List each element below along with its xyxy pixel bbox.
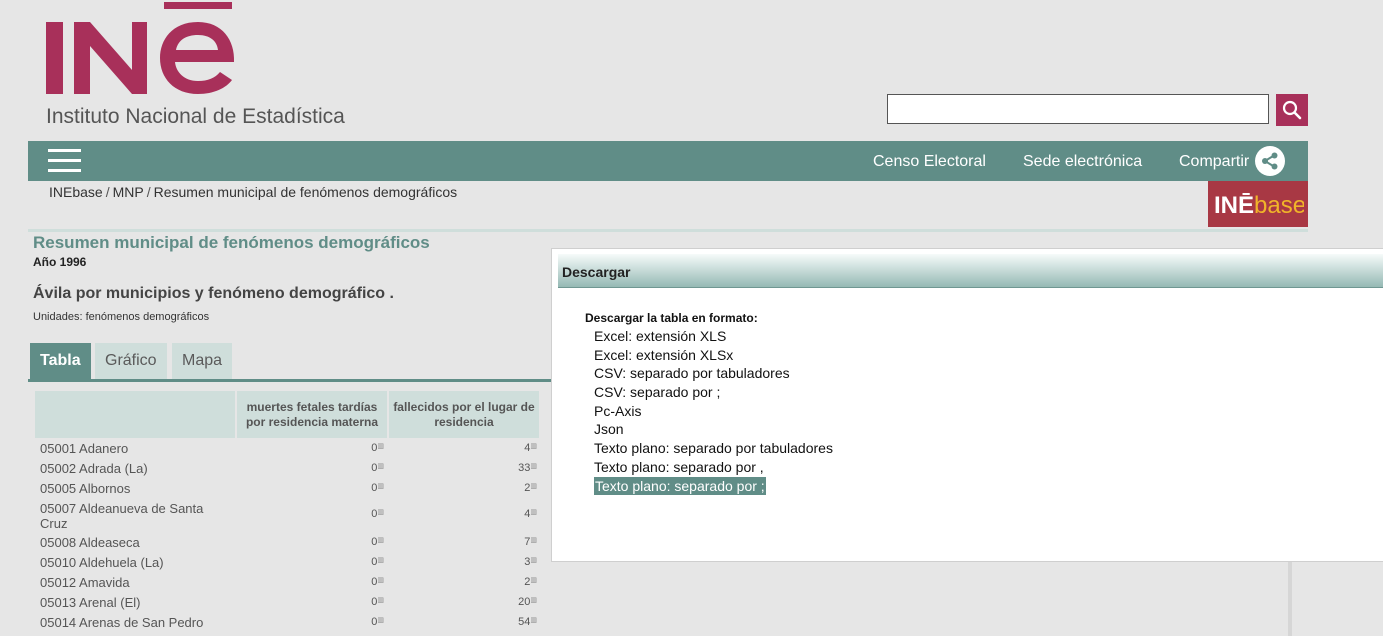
row-municipality: 05005 Albornos — [40, 481, 131, 496]
table-row: 05008 Aldeaseca 0▥ 7▥ — [40, 534, 540, 554]
inebase-logo[interactable]: INĒ base — [1208, 181, 1308, 227]
row-value-fallecidos[interactable]: 54▥ — [518, 616, 537, 628]
dialog-header[interactable]: Descargar — [558, 254, 1383, 288]
search-button[interactable] — [1276, 94, 1308, 126]
row-value-muertes-fetales[interactable]: 0▥ — [371, 616, 384, 628]
row-value-fallecidos[interactable]: 3▥ — [524, 556, 537, 568]
row-value-muertes-fetales[interactable]: 0▥ — [371, 536, 384, 548]
row-value-fallecidos[interactable]: 33▥ — [518, 462, 537, 474]
row-municipality: 05013 Arenal (El) — [40, 595, 141, 610]
row-value-fallecidos[interactable]: 4▥ — [524, 508, 537, 520]
header-divider — [28, 229, 1308, 232]
download-option[interactable]: CSV: separado por tabuladores — [594, 364, 790, 383]
download-format-label: Descargar la tabla en formato: — [585, 311, 758, 325]
row-value-muertes-fetales[interactable]: 0▥ — [371, 442, 384, 454]
hamburger-icon[interactable] — [48, 149, 81, 173]
download-option[interactable]: Texto plano: separado por ; — [594, 476, 766, 496]
table-corner-header — [35, 391, 235, 438]
table-row: 05002 Adrada (La) 0▥ 33▥ — [40, 460, 540, 480]
svg-text:base: base — [1254, 192, 1304, 219]
institute-name: Instituto Nacional de Estadística — [46, 105, 345, 128]
units-label: Unidades: fenómenos demográficos — [33, 311, 210, 323]
column-header-fallecidos[interactable]: fallecidos por el lugar de residencia — [389, 391, 539, 438]
table-row: 05010 Aldehuela (La) 0▥ 3▥ — [40, 554, 540, 574]
table-body: 05001 Adanero 0▥ 4▥ 05002 Adrada (La) 0▥ 33▥ 0… — [40, 440, 540, 634]
download-option[interactable]: Excel: extensión XLS — [594, 327, 726, 346]
row-municipality: 05002 Adrada (La) — [40, 461, 148, 476]
download-dialog: Descargar Descargar la tabla en formato:… — [551, 248, 1383, 562]
row-municipality: 05007 Aldeanueva de Santa Cruz — [40, 501, 204, 531]
ine-logo[interactable] — [46, 0, 246, 100]
download-option[interactable]: Texto plano: separado por tabuladores — [594, 439, 833, 458]
page-scroll-edge — [1288, 562, 1292, 636]
row-municipality: 05014 Arenas de San Pedro — [40, 615, 204, 630]
table-row: 05014 Arenas de San Pedro 0▥ 54▥ — [40, 614, 540, 634]
download-option[interactable]: Texto plano: separado por , — [594, 458, 764, 477]
row-municipality: 05008 Aldeaseca — [40, 535, 140, 550]
breadcrumb-mnp[interactable]: MNP — [113, 184, 144, 200]
table-row: 05007 Aldeanueva de Santa Cruz 0▥ 4▥ — [40, 500, 540, 534]
download-option[interactable]: Json — [594, 420, 624, 439]
tab-underline — [28, 379, 553, 382]
row-value-muertes-fetales[interactable]: 0▥ — [371, 556, 384, 568]
nav-sede-electronica[interactable]: Sede electrónica — [1023, 153, 1142, 171]
nav-censo-electoral[interactable]: Censo Electoral — [873, 153, 986, 171]
column-header-muertes-fetales[interactable]: muertes fetales tardías por residencia m… — [237, 391, 387, 438]
row-value-muertes-fetales[interactable]: 0▥ — [371, 596, 384, 608]
row-municipality: 05001 Adanero — [40, 441, 129, 456]
tab-mapa[interactable]: Mapa — [172, 343, 233, 379]
row-municipality: 05012 Amavida — [40, 575, 130, 590]
tab-tabla[interactable]: Tabla — [30, 343, 91, 379]
row-value-fallecidos[interactable]: 7▥ — [524, 536, 537, 548]
year-label: Año 1996 — [33, 255, 87, 269]
table-row: 05001 Adanero 0▥ 4▥ — [40, 440, 540, 460]
row-value-fallecidos[interactable]: 2▥ — [524, 576, 537, 588]
row-value-fallecidos[interactable]: 2▥ — [524, 482, 537, 494]
dialog-title: Descargar — [562, 264, 631, 280]
row-value-muertes-fetales[interactable]: 0▥ — [371, 482, 384, 494]
row-value-muertes-fetales[interactable]: 0▥ — [371, 508, 384, 520]
search-icon — [1282, 100, 1302, 120]
page-title: Resumen municipal de fenómenos demográfi… — [33, 233, 430, 252]
table-row: 05012 Amavida 0▥ 2▥ — [40, 574, 540, 594]
row-value-muertes-fetales[interactable]: 0▥ — [371, 462, 384, 474]
download-option[interactable]: Pc-Axis — [594, 402, 641, 421]
table-row: 05005 Albornos 0▥ 2▥ — [40, 480, 540, 500]
nav-compartir[interactable]: Compartir — [1179, 153, 1249, 171]
breadcrumb: INEbase / MNP / Resumen municipal de fenómen… — [49, 184, 458, 200]
row-municipality: 05010 Aldehuela (La) — [40, 555, 164, 570]
download-option[interactable]: Excel: extensión XLSx — [594, 346, 733, 365]
row-value-fallecidos[interactable]: 20▥ — [518, 596, 537, 608]
search-input[interactable] — [887, 94, 1269, 124]
table-subtitle: Ávila por municipios y fenómeno demográf… — [33, 285, 394, 302]
table-row: 05013 Arenal (El) 0▥ 20▥ — [40, 594, 540, 614]
svg-text:INĒ: INĒ — [1214, 192, 1254, 219]
breadcrumb-current: Resumen municipal de fenómenos demográfi… — [153, 184, 458, 200]
download-format-list: Excel: extensión XLS Excel: extensión XLS… — [594, 327, 833, 496]
main-navbar: Censo Electoral Sede electrónica Compart… — [28, 141, 1308, 181]
tab-grafico[interactable]: Gráfico — [95, 343, 167, 379]
breadcrumb-inebase[interactable]: INEbase — [49, 184, 103, 200]
row-value-muertes-fetales[interactable]: 0▥ — [371, 576, 384, 588]
download-option[interactable]: CSV: separado por ; — [594, 383, 720, 402]
share-icon[interactable] — [1255, 146, 1285, 176]
row-value-fallecidos[interactable]: 4▥ — [524, 442, 537, 454]
